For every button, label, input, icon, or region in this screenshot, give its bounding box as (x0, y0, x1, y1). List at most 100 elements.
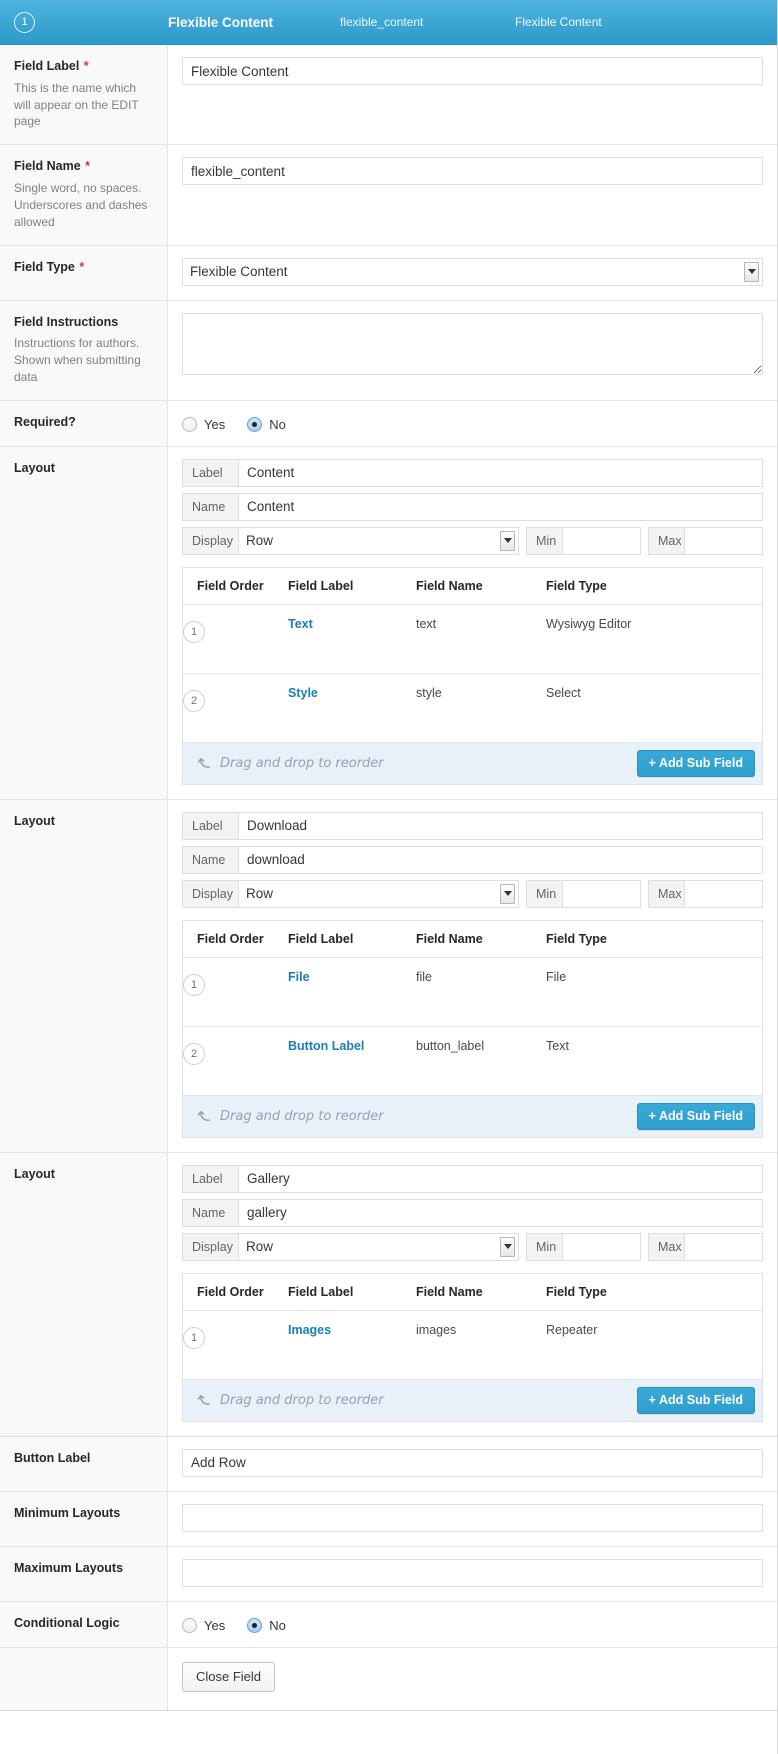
curved-arrow-icon (197, 1393, 212, 1408)
column-header-field-name: Field Name (416, 921, 546, 958)
layout-max-input[interactable] (684, 527, 763, 555)
add-sub-field-button[interactable]: + Add Sub Field (637, 1103, 755, 1131)
layout-display-group: DisplayRow (182, 1233, 519, 1261)
subfields-table-footer: Drag and drop to reorder + Add Sub Field (183, 742, 762, 784)
row-required-input-cell: Yes No (168, 401, 777, 446)
subfield-label-link[interactable]: Images (288, 1323, 331, 1337)
table-header-row: Field OrderField LabelField NameField Ty… (183, 568, 762, 605)
row-required: Required? Yes No (0, 401, 777, 447)
row-field-label: Field Label * This is the name which wil… (0, 45, 777, 145)
layout-min-group: Min (526, 1233, 641, 1261)
row-field-name: Field Name * Single word, no spaces. Und… (0, 145, 777, 245)
conditional-logic-radio-yes[interactable]: Yes (182, 1618, 225, 1633)
table-row[interactable]: 1TexttextWysiwyg Editor (183, 604, 762, 673)
header-field-name: flexible_content (340, 15, 515, 29)
required-radio-no[interactable]: No (247, 417, 286, 432)
drag-and-drop-hint: Drag and drop to reorder (197, 756, 384, 771)
layout-name-input[interactable] (238, 846, 763, 874)
subfield-order-cell: 1 (183, 604, 288, 673)
conditional-logic-radio-group: Yes No (182, 1614, 763, 1633)
minimum-layouts-input[interactable] (182, 1504, 763, 1532)
layout-label-input[interactable] (238, 812, 763, 840)
table-header-row: Field OrderField LabelField NameField Ty… (183, 921, 762, 958)
layout-name-input[interactable] (238, 1199, 763, 1227)
layout-label-input[interactable] (238, 459, 763, 487)
radio-circle-icon (182, 417, 197, 432)
row-field-type-side: Field Type * (0, 246, 168, 300)
field-instructions-textarea[interactable] (182, 313, 763, 375)
field-name-input[interactable] (182, 157, 763, 185)
field-header[interactable]: 1 Flexible Content flexible_content Flex… (0, 0, 777, 45)
layout-max-value (684, 880, 763, 908)
layout-label-input[interactable] (238, 1165, 763, 1193)
layout-max-input[interactable] (684, 880, 763, 908)
subfield-type-cell: Wysiwyg Editor (546, 604, 762, 673)
column-header-field-label: Field Label (288, 1274, 416, 1311)
table-header-row: Field OrderField LabelField NameField Ty… (183, 1274, 762, 1311)
subfields-table: Field OrderField LabelField NameField Ty… (183, 921, 762, 1095)
layout-min-input[interactable] (562, 527, 641, 555)
field-label-title: Field Label * (14, 58, 153, 75)
table-row[interactable]: 2Button Labelbutton_labelText (183, 1026, 762, 1095)
subfield-label-link[interactable]: File (288, 970, 310, 984)
layout-title: Layout (14, 460, 153, 477)
add-sub-field-button[interactable]: + Add Sub Field (637, 1387, 755, 1415)
layout-label-row: Label (182, 1165, 763, 1193)
row-layout-body: LabelNameDisplayRowMinMaxField OrderFiel… (168, 1153, 777, 1436)
layout-max-group: Max (648, 880, 763, 908)
layout-display-select[interactable]: Row (238, 1233, 519, 1261)
field-type-select[interactable]: Flexible Content (182, 258, 763, 286)
layout-display-select[interactable]: Row (238, 527, 519, 555)
layout-min-input[interactable] (562, 880, 641, 908)
subfield-order-badge: 1 (183, 1327, 205, 1349)
layout-name-value (238, 493, 763, 521)
subfield-type-cell: Repeater (546, 1310, 762, 1379)
column-header-field-type: Field Type (546, 568, 762, 605)
layouts-host: LayoutLabelNameDisplayRowMinMaxField Ord… (0, 447, 777, 1437)
subfield-type-cell: File (546, 957, 762, 1026)
layout-name-value (238, 846, 763, 874)
layout-name-input[interactable] (238, 493, 763, 521)
layout-display-group: DisplayRow (182, 527, 519, 555)
close-field-button[interactable]: Close Field (182, 1662, 275, 1692)
header-field-type: Flexible Content (515, 15, 777, 29)
subfield-label-link[interactable]: Button Label (288, 1039, 364, 1053)
column-header-field-order: Field Order (183, 1274, 288, 1311)
layout-min-input[interactable] (562, 1233, 641, 1261)
button-label-input[interactable] (182, 1449, 763, 1477)
layout-min-group: Min (526, 880, 641, 908)
required-radio-yes[interactable]: Yes (182, 417, 225, 432)
layout-min-group: Min (526, 527, 641, 555)
add-sub-field-button[interactable]: + Add Sub Field (637, 750, 755, 778)
field-type-select-wrap: Flexible Content (182, 258, 763, 286)
layout-name-value (238, 1199, 763, 1227)
table-row[interactable]: 1ImagesimagesRepeater (183, 1310, 762, 1379)
layout-label-key: Label (182, 459, 238, 487)
field-label-input[interactable] (182, 57, 763, 85)
drag-and-drop-hint-text: Drag and drop to reorder (220, 1393, 384, 1408)
subfields-table: Field OrderField LabelField NameField Ty… (183, 568, 762, 742)
row-field-instructions: Field Instructions Instructions for auth… (0, 301, 777, 401)
row-layout: LayoutLabelNameDisplayRowMinMaxField Ord… (0, 447, 777, 800)
layout-label-row: Label (182, 812, 763, 840)
subfield-label-link[interactable]: Text (288, 617, 313, 631)
drag-and-drop-hint-text: Drag and drop to reorder (220, 756, 384, 771)
required-radio-group: Yes No (182, 413, 763, 432)
curved-arrow-icon (197, 756, 212, 771)
row-close-field-button-cell: Close Field (168, 1648, 777, 1710)
subfield-order-cell: 1 (183, 957, 288, 1026)
layout-max-input[interactable] (684, 1233, 763, 1261)
table-row[interactable]: 2StylestyleSelect (183, 673, 762, 742)
layout-display-row: DisplayRowMinMax (182, 527, 763, 555)
layout-max-key: Max (648, 1233, 684, 1261)
maximum-layouts-input[interactable] (182, 1559, 763, 1587)
subfield-name-cell: button_label (416, 1026, 546, 1095)
layout-display-key: Display (182, 1233, 238, 1261)
row-button-label-side: Button Label (0, 1437, 168, 1491)
table-row[interactable]: 1FilefileFile (183, 957, 762, 1026)
layout-display-select[interactable]: Row (238, 880, 519, 908)
subfield-name-cell: style (416, 673, 546, 742)
field-instructions-title: Field Instructions (14, 314, 153, 331)
conditional-logic-radio-no[interactable]: No (247, 1618, 286, 1633)
subfield-label-link[interactable]: Style (288, 686, 318, 700)
